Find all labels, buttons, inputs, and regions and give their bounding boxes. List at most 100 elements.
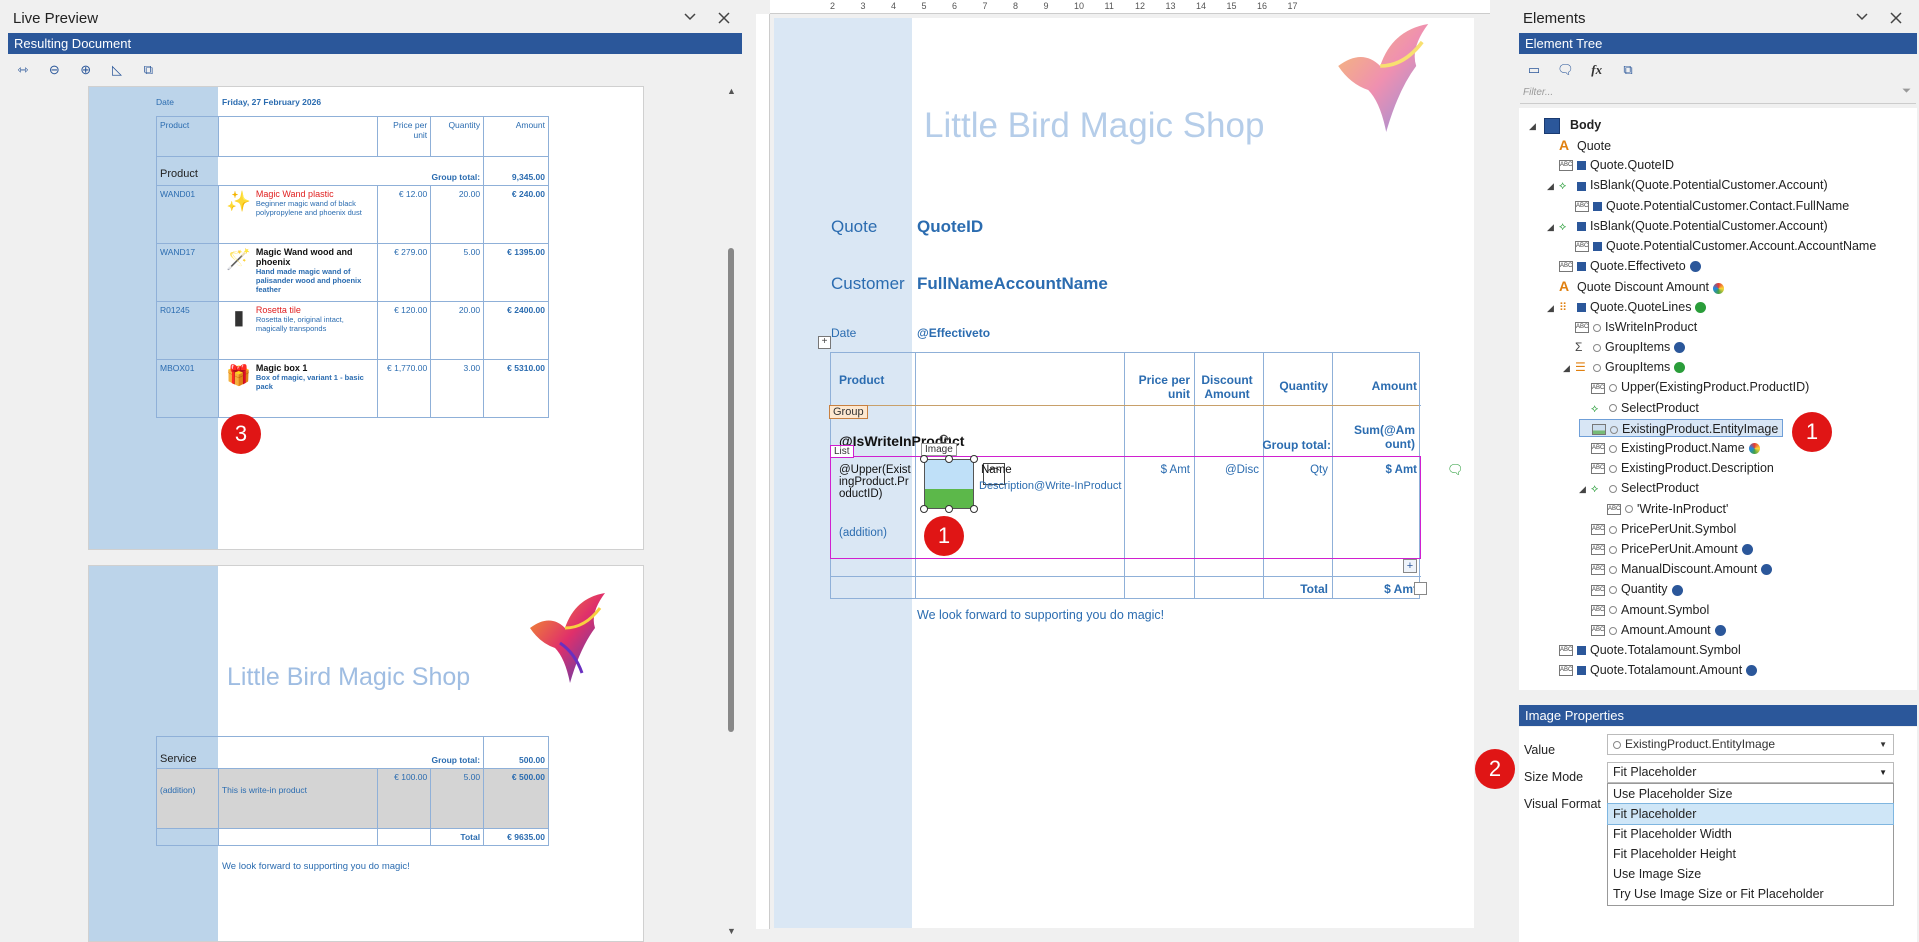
tree-item[interactable]: ◢ ⟡ IsBlank(Quote.PotentialCustomer.Accoun… (1547, 176, 1828, 194)
product-id-field[interactable]: @Upper(ExistingProduct.ProductID) (839, 464, 911, 500)
size-mode-option[interactable]: Try Use Image Size or Fit Placeholder (1608, 884, 1893, 904)
tree-item[interactable]: ABC Amount.Amount (1579, 621, 1726, 639)
function-icon[interactable]: fx (1588, 62, 1606, 78)
discount-field[interactable]: @Disc (1195, 464, 1259, 476)
tree-item[interactable]: ABC Quote.Totalamount.Symbol (1547, 641, 1741, 659)
tree-item[interactable]: A Quote Discount Amount (1547, 277, 1725, 295)
amount-field[interactable]: $ Amt (1333, 464, 1417, 476)
tree-item[interactable]: Σ GroupItems (1563, 338, 1686, 356)
tree-root-label: Body (1569, 118, 1602, 132)
tree-item[interactable]: ABC Quantity (1579, 580, 1683, 598)
resize-handle[interactable] (945, 505, 953, 513)
chevron-down-icon[interactable] (683, 12, 697, 22)
size-mode-select[interactable]: Fit Placeholder ▼ (1607, 762, 1894, 783)
qty-field[interactable]: Qty (1264, 464, 1328, 476)
table-resize-handle[interactable] (1414, 582, 1427, 595)
list-tag[interactable]: List (830, 445, 854, 458)
expand-arrow-icon[interactable]: ◢ (1547, 299, 1559, 317)
tree-item[interactable]: ABC ExistingProduct.Name (1579, 439, 1760, 457)
copy-icon[interactable]: ⧉ (1619, 62, 1637, 78)
tree-item[interactable]: ABC Quote.Effectiveto (1547, 257, 1701, 275)
tree-item[interactable]: ABC ExistingProduct.Description (1579, 459, 1774, 477)
resize-handle[interactable] (920, 455, 928, 463)
tree-item[interactable]: ABC PricePerUnit.Symbol (1579, 520, 1736, 538)
zoom-in-icon[interactable]: ⊕ (77, 62, 95, 78)
resize-handle[interactable] (970, 505, 978, 513)
scroll-down-icon[interactable]: ▼ (727, 926, 736, 936)
add-element-icon[interactable]: ▭ (1525, 62, 1543, 78)
resize-handle[interactable] (920, 505, 928, 513)
size-mode-option[interactable]: Use Placeholder Size (1608, 784, 1893, 804)
filter-input[interactable]: Filter... ⏷ (1520, 84, 1916, 104)
scroll-thumb[interactable] (728, 248, 734, 732)
resize-handle[interactable] (945, 455, 953, 463)
ruler-icon[interactable]: ◺ (108, 62, 126, 78)
comment-icon[interactable]: 🗨 (1556, 62, 1574, 78)
tree-item[interactable]: ABC IsWriteInProduct (1563, 318, 1697, 336)
scroll-up-icon[interactable]: ▲ (727, 86, 736, 96)
tree-item[interactable]: ◢ ☰ GroupItems (1563, 358, 1686, 377)
group-total-field[interactable]: Sum(@Amount) (1351, 423, 1415, 451)
dropdown-arrow-icon[interactable]: ▼ (1879, 763, 1887, 782)
addition-amount: € 500.00 (483, 768, 549, 829)
fit-width-icon[interactable]: ⇿ (14, 62, 32, 78)
callout-badge-1: 1 (924, 516, 964, 556)
resize-handle[interactable] (970, 455, 978, 463)
tree-item[interactable]: ABC 'Write-InProduct' (1595, 500, 1728, 518)
group-tag[interactable]: Group (829, 405, 868, 419)
customer-field[interactable]: FullNameAccountName (917, 274, 1108, 294)
tree-item[interactable]: ExistingProduct.EntityImage (1579, 418, 1784, 437)
tree-item[interactable]: ABC Upper(ExistingProduct.ProductID) (1579, 378, 1809, 396)
chevron-down-icon[interactable] (1855, 12, 1869, 22)
comment-icon[interactable]: 🗨 (1447, 462, 1464, 478)
expand-arrow-icon[interactable]: ◢ (1529, 117, 1541, 135)
filter-icon[interactable]: ⏷ (1902, 85, 1911, 98)
tree-item[interactable]: ABC ManualDiscount.Amount (1579, 560, 1773, 578)
tree-item[interactable]: ABC Quote.QuoteID (1547, 156, 1674, 174)
tree-item[interactable]: ABC Amount.Symbol (1579, 601, 1709, 619)
close-icon[interactable] (718, 12, 730, 24)
size-mode-dropdown[interactable]: Use Placeholder Size Fit Placeholder Fit P… (1607, 783, 1894, 906)
tree-item[interactable]: ◢ ⟡ IsBlank(Quote.PotentialCustomer.Accoun… (1547, 217, 1828, 235)
rotate-icon[interactable]: ⟳ (939, 431, 951, 448)
tree-item[interactable]: ABC Quote.PotentialCustomer.Account.Accou… (1563, 237, 1876, 255)
desc-field[interactable]: Description@Write-InProduct (979, 480, 1121, 492)
name-field[interactable]: Name (981, 464, 1012, 476)
close-icon[interactable] (1890, 12, 1902, 24)
expand-arrow-icon[interactable]: ◢ (1547, 177, 1559, 195)
size-mode-option[interactable]: Use Image Size (1608, 864, 1893, 884)
tree-item[interactable]: ◢ ⠿ Quote.QuoteLines (1547, 298, 1707, 317)
text-icon: A (1559, 278, 1570, 295)
tree-item-label: PricePerUnit.Symbol (1621, 521, 1737, 536)
zoom-out-icon[interactable]: ⊖ (45, 62, 63, 78)
preview-scrollbar[interactable]: ▲ ▼ (726, 86, 736, 942)
add-row-icon[interactable]: + (1403, 559, 1417, 573)
expand-arrow-icon[interactable]: ◢ (1547, 218, 1559, 236)
dropdown-arrow-icon[interactable]: ▼ (1879, 735, 1887, 754)
total-field[interactable]: $ Amt (1333, 582, 1417, 596)
size-mode-option[interactable]: Fit Placeholder (1607, 803, 1894, 825)
tree-item[interactable]: ◢ ⟡ SelectProduct (1579, 479, 1699, 497)
design-table[interactable]: Product Price per unit Discount Amount Q… (829, 352, 1421, 599)
value-select[interactable]: ExistingProduct.EntityImage ▼ (1607, 734, 1894, 755)
tree-item[interactable]: ABC Quote.PotentialCustomer.Contact.FullN… (1563, 197, 1849, 215)
table-move-handle[interactable]: + (818, 336, 831, 349)
size-mode-option[interactable]: Fit Placeholder Width (1608, 824, 1893, 844)
size-mode-option[interactable]: Fit Placeholder Height (1608, 844, 1893, 864)
copy-icon[interactable]: ⧉ (139, 62, 157, 78)
date-field[interactable]: @Effectiveto (917, 326, 990, 340)
tree-root[interactable]: ◢ Body (1529, 116, 1601, 134)
tree-item[interactable]: ABC PricePerUnit.Amount (1579, 540, 1753, 558)
tree-item[interactable]: ⟡ SelectProduct (1579, 399, 1699, 417)
tree-item[interactable]: A Quote (1547, 136, 1611, 154)
expand-arrow-icon[interactable]: ◢ (1579, 480, 1591, 498)
product-qty: 5.00 (430, 243, 485, 302)
image-placeholder[interactable] (924, 459, 974, 509)
expand-arrow-icon[interactable]: ◢ (1563, 359, 1575, 377)
tree-item[interactable]: ABC Quote.Totalamount.Amount (1547, 661, 1758, 679)
field-circle-icon (1609, 606, 1617, 615)
body-icon (1544, 117, 1561, 134)
product-cell: 🪄 Magic Wand wood and phoenix Hand made ma… (217, 243, 379, 302)
quote-field[interactable]: QuoteID (917, 217, 983, 237)
price-field[interactable]: $ Amt (1125, 464, 1190, 476)
